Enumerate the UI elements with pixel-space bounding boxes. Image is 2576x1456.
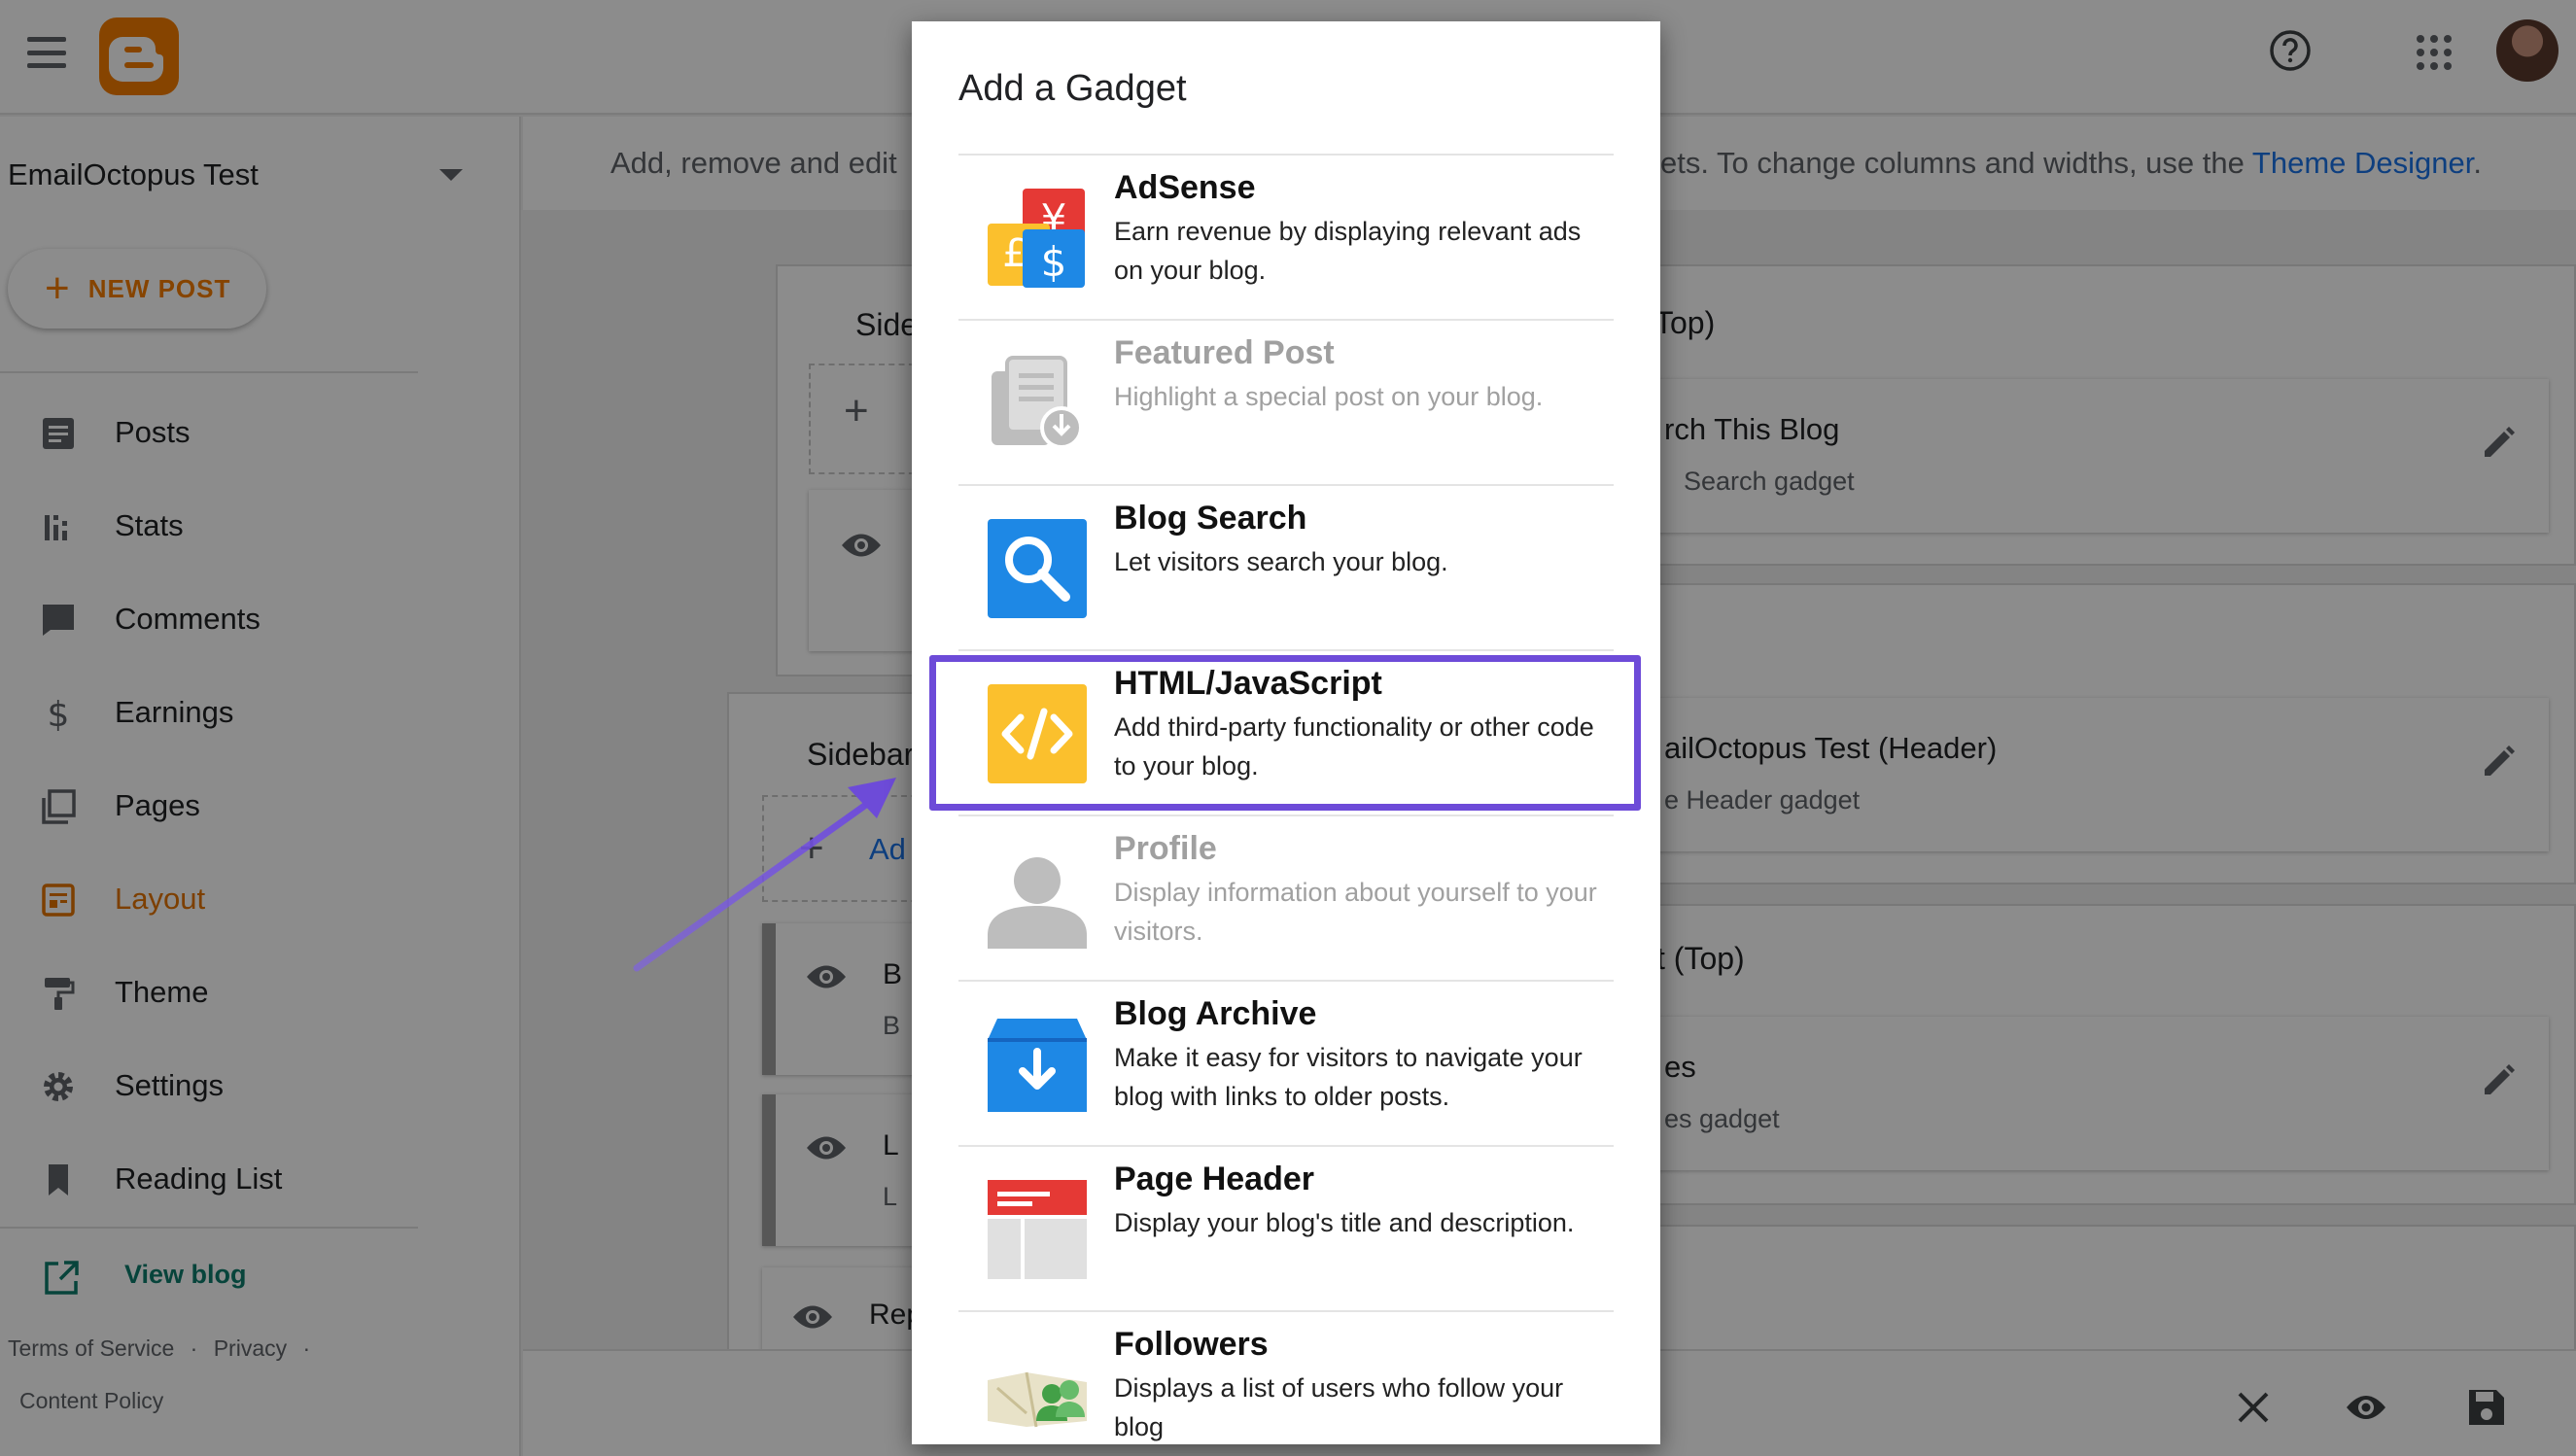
highlight-box — [929, 655, 1641, 811]
gadget-name: Profile — [1114, 830, 1217, 867]
gadget-description: Highlight a special post on your blog. — [1114, 382, 1544, 411]
gadget-description: Display your blog's title and descriptio… — [1114, 1208, 1575, 1237]
gadget-option-profile[interactable]: Profile Display information about yourse… — [958, 815, 1614, 980]
gadget-name: Page Header — [1114, 1161, 1314, 1197]
gadget-name: AdSense — [1114, 169, 1256, 206]
gadget-option-page-header[interactable]: Page Header Display your blog's title an… — [958, 1145, 1614, 1310]
gadget-option-blog-archive[interactable]: Blog Archive Make it easy for visitors t… — [958, 980, 1614, 1145]
gadget-option-featured-post[interactable]: Featured Post Highlight a special post o… — [958, 319, 1614, 484]
adsense-icon: ¥ £ $ — [988, 189, 1085, 288]
gadget-description: Earn revenue by displaying relevant ads … — [1114, 217, 1582, 285]
gadget-name: Followers — [1114, 1326, 1269, 1363]
gadget-option-adsense[interactable]: ¥ £ $ AdSense Earn revenue by displaying… — [958, 154, 1614, 319]
gadget-name: Blog Archive — [1114, 995, 1317, 1032]
gadget-description: Display information about yourself to yo… — [1114, 878, 1597, 946]
page-header-icon — [988, 1180, 1087, 1279]
blog-search-icon — [988, 519, 1087, 618]
gadget-name: Blog Search — [1114, 500, 1307, 537]
gadget-description: Let visitors search your blog. — [1114, 547, 1448, 576]
followers-icon — [988, 1371, 1087, 1428]
gadget-description: Make it easy for visitors to navigate yo… — [1114, 1043, 1583, 1111]
profile-icon — [988, 857, 1087, 949]
gadget-option-followers[interactable]: Followers Displays a list of users who f… — [958, 1310, 1614, 1444]
archive-icon — [988, 1019, 1087, 1112]
dialog-title: Add a Gadget — [958, 68, 1187, 109]
gadget-name: Featured Post — [1114, 334, 1335, 371]
gadget-description: Displays a list of users who follow your… — [1114, 1373, 1564, 1441]
svg-text:$: $ — [1041, 238, 1067, 286]
featured-post-icon — [992, 356, 1083, 449]
gadget-option-blog-search[interactable]: Blog Search Let visitors search your blo… — [958, 484, 1614, 649]
